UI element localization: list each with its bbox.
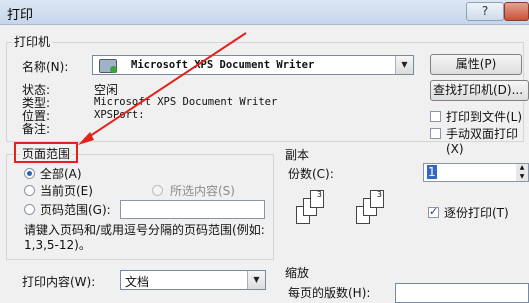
all-pages-label: 全部(A) (40, 167, 82, 181)
all-pages-radio[interactable] (24, 168, 35, 179)
per-sheet-label: 每页的版数(H): (288, 286, 371, 300)
page-range-hint: 请键入页码和/或用逗号分隔的页码范围(例如: 1,3,5-12)。 (24, 223, 265, 252)
spin-up-icon[interactable]: ▲ (516, 164, 528, 173)
copies-count-label: 份数(C): (288, 167, 334, 181)
copies-count-value: 1 (427, 165, 437, 179)
collate-illustration: 1 2 3 1 2 3 (296, 190, 396, 240)
page-numbers-label: 页码范围(G): (40, 203, 111, 217)
page-numbers-input[interactable] (120, 200, 265, 219)
selection-label: 所选内容(S) (170, 184, 235, 198)
print-what-dropdown[interactable]: 文档 ▼ (120, 270, 266, 290)
print-what-label: 打印内容(W): (22, 275, 96, 289)
copies-group-title: 副本 (285, 148, 310, 162)
per-sheet-dropdown[interactable] (395, 283, 529, 303)
selection-radio[interactable] (152, 185, 163, 196)
zoom-group-title: 缩放 (285, 266, 310, 280)
print-what-value: 文档 (125, 275, 150, 289)
copies-count-input[interactable]: 1 ▲ ▼ (423, 163, 529, 182)
collate-label: 逐份打印(T) (444, 206, 509, 220)
chevron-down-icon: ▼ (247, 271, 265, 289)
collate-checkbox[interactable] (428, 205, 439, 218)
current-page-label: 当前页(E) (40, 184, 93, 198)
spin-down-icon[interactable]: ▼ (516, 173, 528, 181)
page-numbers-radio[interactable] (24, 204, 35, 215)
current-page-radio[interactable] (24, 185, 35, 196)
